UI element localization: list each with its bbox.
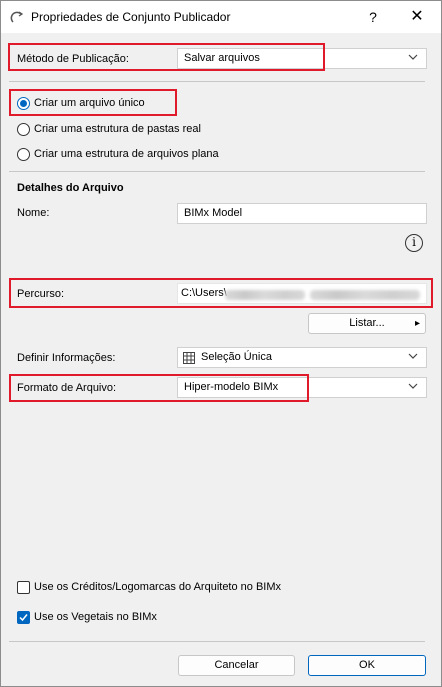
list-button-label: Listar... xyxy=(349,317,385,329)
close-button[interactable]: ✕ xyxy=(405,7,429,27)
define-info-label: Definir Informações: xyxy=(17,352,116,364)
highlight-single-file xyxy=(9,89,177,116)
define-info-dropdown[interactable]: Seleção Única xyxy=(177,347,427,368)
chevron-down-icon xyxy=(408,353,418,359)
file-details-heading: Detalhes do Arquivo xyxy=(17,182,124,194)
divider xyxy=(9,171,425,172)
chevron-right-icon: ▸ xyxy=(414,318,420,329)
name-value: BIMx Model xyxy=(184,207,243,219)
checkbox-vegetation[interactable] xyxy=(17,611,30,624)
help-button[interactable]: ? xyxy=(363,7,383,27)
window-title: Propriedades de Conjunto Publicador xyxy=(31,10,231,24)
divider xyxy=(9,641,425,642)
dialog-window: Propriedades de Conjunto Publicador ? ✕ … xyxy=(0,0,442,687)
info-icon[interactable]: i xyxy=(405,234,423,252)
highlight-path xyxy=(9,278,433,308)
name-label: Nome: xyxy=(17,207,50,219)
chevron-down-icon xyxy=(408,383,418,389)
checkbox-architect-credits[interactable] xyxy=(17,581,30,594)
radio-flat-structure[interactable] xyxy=(17,148,30,161)
ok-button[interactable]: OK xyxy=(308,655,426,676)
checkmark-icon xyxy=(19,614,28,622)
option-label-real-folders: Criar uma estrutura de pastas real xyxy=(34,123,201,135)
cancel-button[interactable]: Cancelar xyxy=(178,655,295,676)
grid-icon xyxy=(183,352,195,364)
highlight-file-format xyxy=(9,374,309,402)
checkbox-label-vegetation: Use os Vegetais no BIMx xyxy=(34,611,157,623)
divider xyxy=(9,81,425,82)
publisher-icon xyxy=(10,11,24,23)
title-bar: Propriedades de Conjunto Publicador ? ✕ xyxy=(1,1,441,33)
radio-real-folders[interactable] xyxy=(17,123,30,136)
name-input[interactable]: BIMx Model xyxy=(177,203,427,224)
chevron-down-icon xyxy=(408,54,418,60)
define-info-value: Seleção Única xyxy=(201,351,272,363)
highlight-publish-method xyxy=(8,43,325,71)
option-label-flat-structure: Criar uma estrutura de arquivos plana xyxy=(34,148,219,160)
checkbox-label-architect-credits: Use os Créditos/Logomarcas do Arquiteto … xyxy=(34,581,282,593)
list-button[interactable]: Listar... ▸ xyxy=(308,313,426,334)
